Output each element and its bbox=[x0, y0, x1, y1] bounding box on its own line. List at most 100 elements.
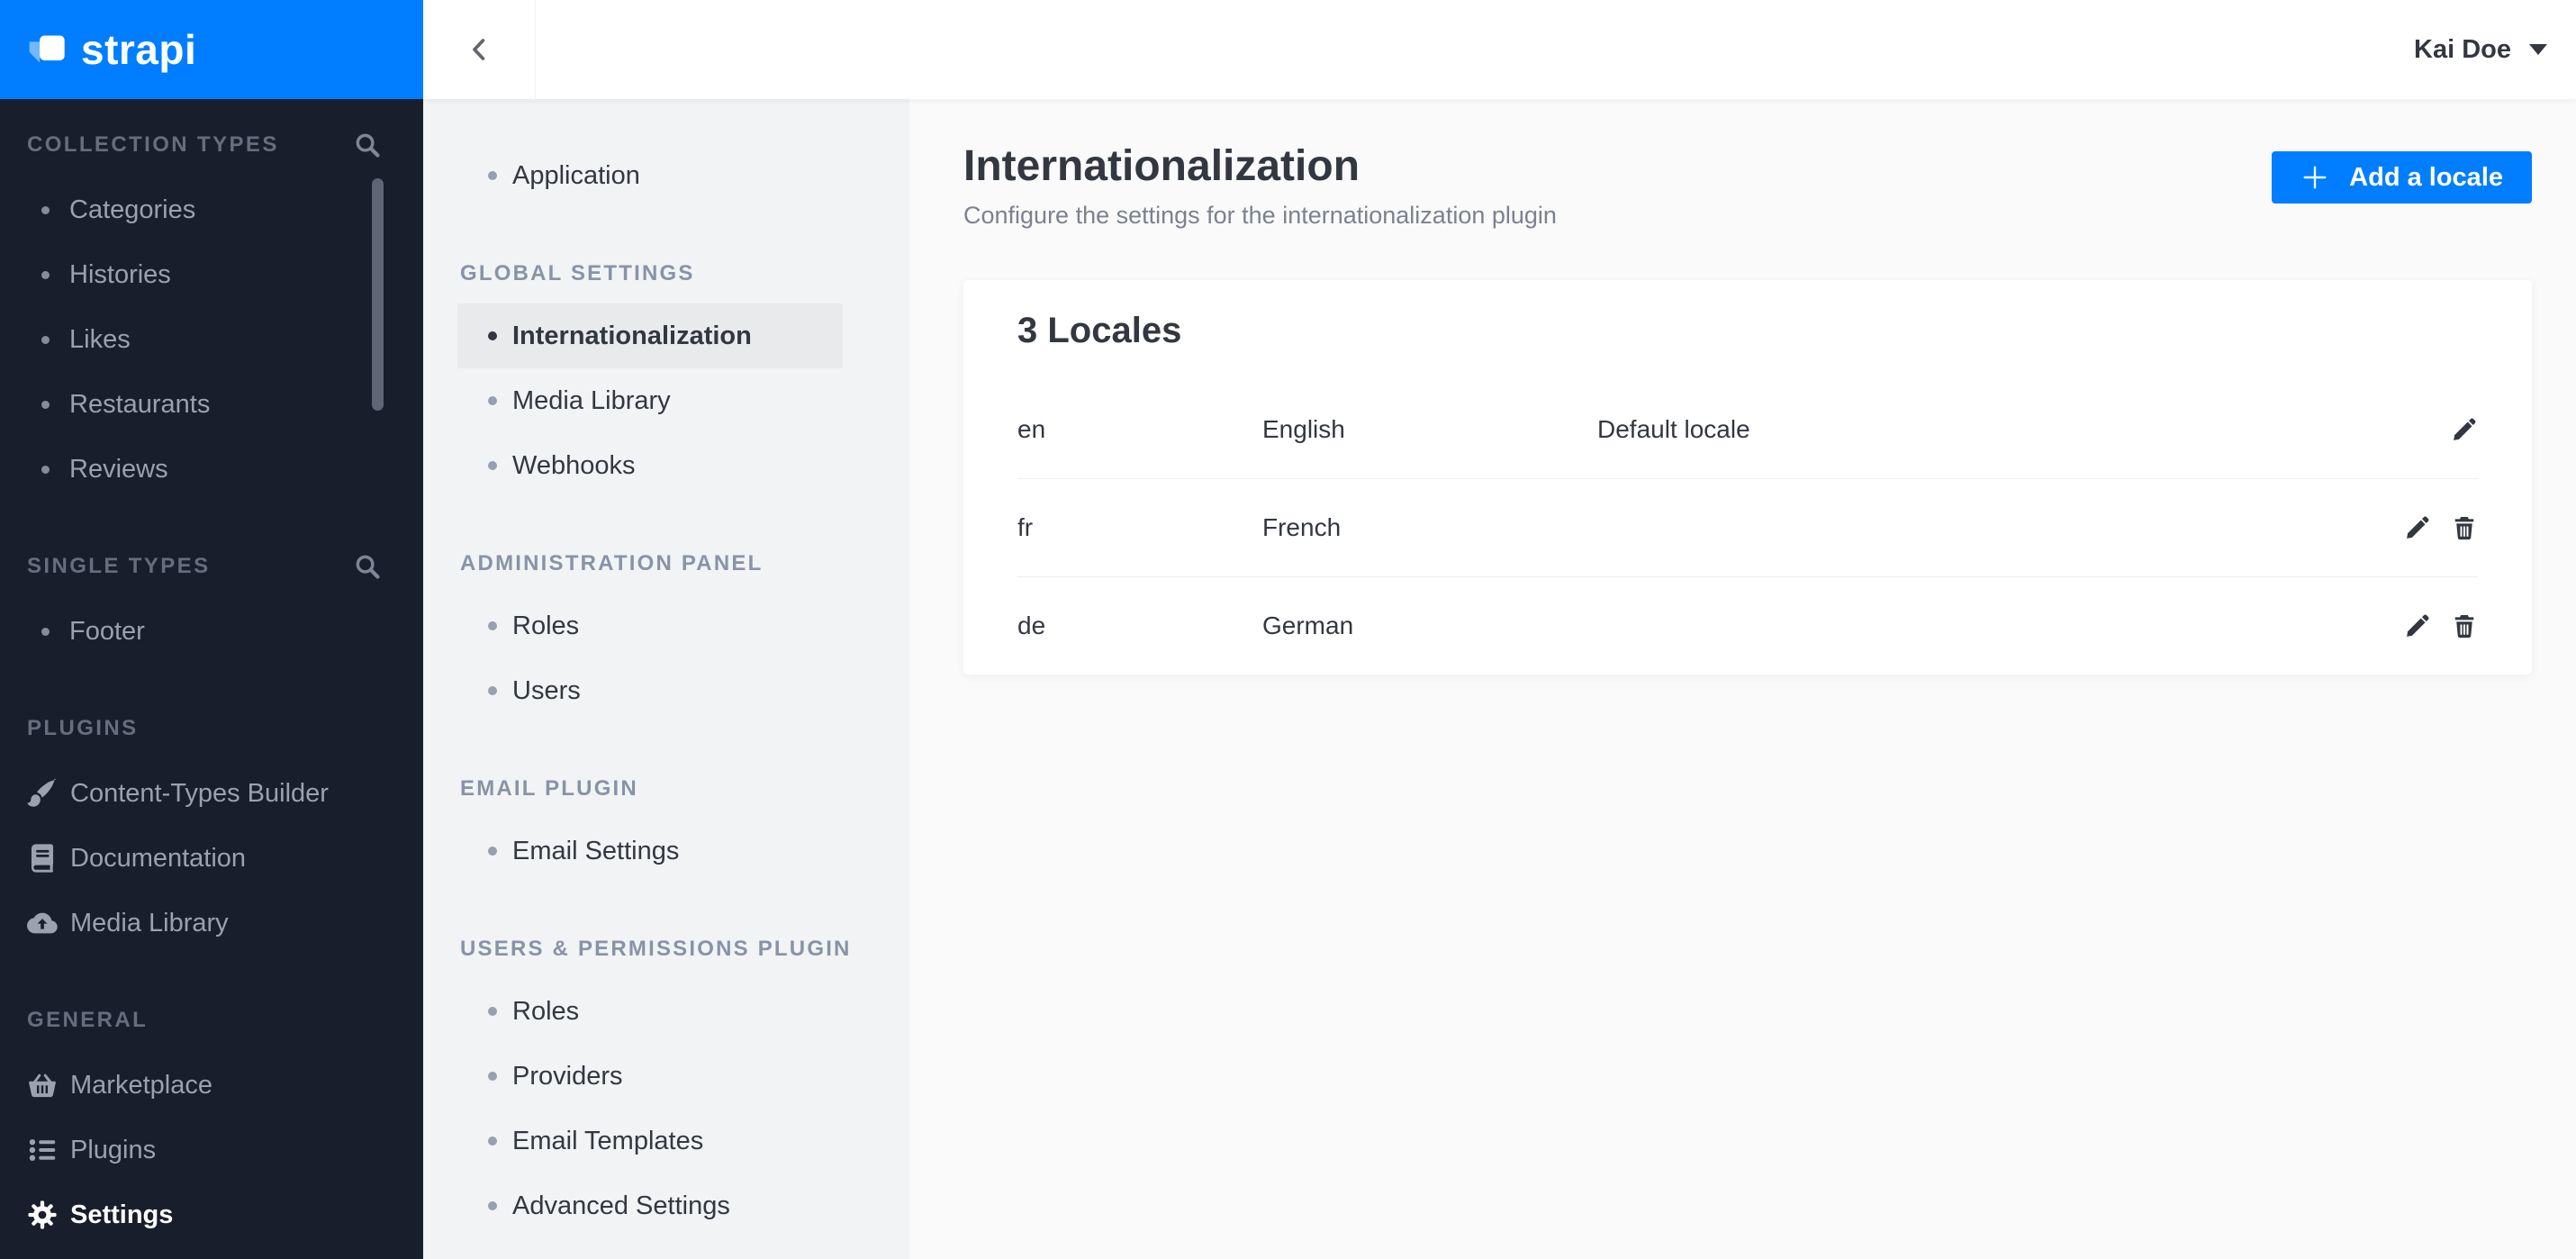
sidebar-item-content-types-builder[interactable]: Content-Types Builder bbox=[0, 761, 423, 826]
settings-section-title: Global Settings bbox=[460, 261, 695, 285]
content-row: Application Global Settings Internationali… bbox=[423, 99, 2576, 1259]
settings-item-email-settings[interactable]: Email Settings bbox=[457, 819, 843, 883]
locale-row-actions bbox=[2451, 416, 2478, 443]
sidebar-item-footer[interactable]: Footer bbox=[0, 599, 423, 664]
bullet-icon bbox=[488, 171, 497, 180]
pencil-icon bbox=[2451, 416, 2478, 443]
strapi-logo[interactable]: strapi bbox=[0, 0, 423, 99]
list-icon bbox=[27, 1135, 58, 1165]
settings-item-application[interactable]: Application bbox=[457, 143, 843, 208]
sidebar-item-label: Content-Types Builder bbox=[70, 778, 329, 808]
strapi-logo-icon bbox=[29, 35, 65, 63]
sidebar-nav: Collection Types Categories Histories Likes… bbox=[0, 113, 423, 1247]
settings-item-providers[interactable]: Providers bbox=[457, 1044, 843, 1109]
settings-item-advanced-settings[interactable]: Advanced Settings bbox=[457, 1173, 843, 1238]
delete-locale-button[interactable] bbox=[2451, 612, 2478, 639]
user-name: Kai Doe bbox=[2414, 34, 2511, 64]
sidebar-section-plugins: Plugins Content-Types Builder Documentatio… bbox=[0, 696, 423, 956]
main-content: Internationalization Configure the setti… bbox=[909, 99, 2576, 1259]
sidebar-section-single-types: Single Types Footer bbox=[0, 534, 423, 664]
bullet-icon bbox=[488, 621, 497, 630]
settings-item-label: Roles bbox=[512, 996, 580, 1026]
page-header: Internationalization Configure the setti… bbox=[963, 143, 2532, 230]
bullet-icon bbox=[488, 396, 497, 405]
pencil-icon bbox=[2404, 514, 2431, 541]
locale-row-en: en English Default locale bbox=[1017, 381, 2478, 478]
settings-item-media-library[interactable]: Media Library bbox=[457, 368, 843, 433]
settings-section-title: Users & Permissions Plugin bbox=[460, 937, 852, 961]
add-locale-label: Add a locale bbox=[2349, 162, 2503, 192]
settings-item-label: Email Templates bbox=[512, 1126, 704, 1155]
sidebar-section-general: General Marketplace Plugins Settings bbox=[0, 988, 423, 1247]
settings-section-title: Email Plugin bbox=[460, 776, 638, 801]
sidebar-item-label: Marketplace bbox=[70, 1070, 212, 1100]
delete-locale-button[interactable] bbox=[2451, 514, 2478, 541]
settings-item-internationalization[interactable]: Internationalization bbox=[457, 303, 843, 368]
bullet-icon bbox=[41, 270, 50, 279]
brand-name: strapi bbox=[81, 26, 197, 73]
sidebar-item-label: Reviews bbox=[69, 454, 168, 484]
bullet-icon bbox=[488, 686, 497, 695]
pencil-icon bbox=[2404, 612, 2431, 639]
sidebar-item-documentation[interactable]: Documentation bbox=[0, 826, 423, 891]
settings-item-label: Email Settings bbox=[512, 836, 680, 865]
sidebar-scrollbar[interactable] bbox=[372, 178, 384, 411]
sidebar-item-categories[interactable]: Categories bbox=[0, 177, 423, 242]
book-icon bbox=[27, 843, 58, 874]
locales-card: 3 Locales en English Default locale fr Frenc… bbox=[963, 280, 2532, 675]
search-icon[interactable] bbox=[353, 131, 382, 159]
sidebar-item-plugins[interactable]: Plugins bbox=[0, 1118, 423, 1182]
caret-down-icon bbox=[2529, 44, 2547, 55]
settings-item-label: Advanced Settings bbox=[512, 1191, 730, 1220]
sidebar-item-settings[interactable]: Settings bbox=[0, 1182, 423, 1247]
right-region: Kai Doe Application Global Settings Intern… bbox=[423, 0, 2576, 1259]
settings-item-label: Webhooks bbox=[512, 450, 636, 480]
settings-item-label: Media Library bbox=[512, 385, 671, 415]
sidebar-section-header: Plugins bbox=[0, 696, 423, 761]
sidebar-item-label: Histories bbox=[69, 259, 171, 289]
sidebar-item-label: Restaurants bbox=[69, 389, 211, 419]
sidebar-section-title: Collection Types bbox=[27, 132, 279, 157]
sidebar-item-marketplace[interactable]: Marketplace bbox=[0, 1053, 423, 1118]
bullet-icon bbox=[488, 847, 497, 856]
settings-item-webhooks[interactable]: Webhooks bbox=[457, 433, 843, 498]
trash-icon bbox=[2451, 612, 2478, 639]
locale-row-actions bbox=[2404, 514, 2478, 541]
search-icon[interactable] bbox=[353, 552, 382, 581]
settings-item-users[interactable]: Users bbox=[457, 658, 843, 723]
locale-row-fr: fr French bbox=[1017, 478, 2478, 576]
settings-item-email-templates[interactable]: Email Templates bbox=[457, 1109, 843, 1173]
paintbrush-icon bbox=[27, 778, 58, 809]
locale-code: de bbox=[1017, 611, 1046, 640]
sidebar-item-label: Likes bbox=[69, 324, 131, 354]
sidebar-item-histories[interactable]: Histories bbox=[0, 242, 423, 307]
page-subtitle: Configure the settings for the internati… bbox=[963, 202, 1557, 230]
bullet-icon bbox=[41, 627, 50, 636]
settings-item-roles[interactable]: Roles bbox=[457, 593, 843, 658]
settings-item-label: Providers bbox=[512, 1061, 623, 1091]
sidebar-item-likes[interactable]: Likes bbox=[0, 307, 423, 372]
user-menu[interactable]: Kai Doe bbox=[2414, 35, 2576, 65]
sidebar-section-collection-types: Collection Types Categories Histories Likes… bbox=[0, 113, 423, 502]
locale-code: fr bbox=[1017, 513, 1034, 542]
edit-locale-button[interactable] bbox=[2404, 514, 2431, 541]
edit-locale-button[interactable] bbox=[2451, 416, 2478, 443]
locale-note: Default locale bbox=[1597, 415, 1750, 444]
back-button[interactable] bbox=[423, 0, 536, 99]
bullet-icon bbox=[488, 461, 497, 470]
locale-name: French bbox=[1262, 513, 1342, 542]
app-root: strapi Collection Types Categories Histori… bbox=[0, 0, 2576, 1259]
add-locale-button[interactable]: Add a locale bbox=[2272, 151, 2532, 204]
settings-item-roles[interactable]: Roles bbox=[457, 979, 843, 1044]
bullet-icon bbox=[41, 335, 50, 344]
bullet-icon bbox=[41, 205, 50, 214]
main-sidebar: strapi Collection Types Categories Histori… bbox=[0, 0, 423, 1259]
sidebar-item-media-library[interactable]: Media Library bbox=[0, 891, 423, 956]
sidebar-item-reviews[interactable]: Reviews bbox=[0, 437, 423, 502]
sidebar-item-restaurants[interactable]: Restaurants bbox=[0, 372, 423, 437]
sidebar-item-label: Settings bbox=[70, 1200, 174, 1229]
edit-locale-button[interactable] bbox=[2404, 612, 2431, 639]
gear-icon bbox=[27, 1200, 58, 1230]
settings-section-top: Application bbox=[423, 143, 909, 208]
sidebar-section-title: General bbox=[27, 1008, 149, 1032]
